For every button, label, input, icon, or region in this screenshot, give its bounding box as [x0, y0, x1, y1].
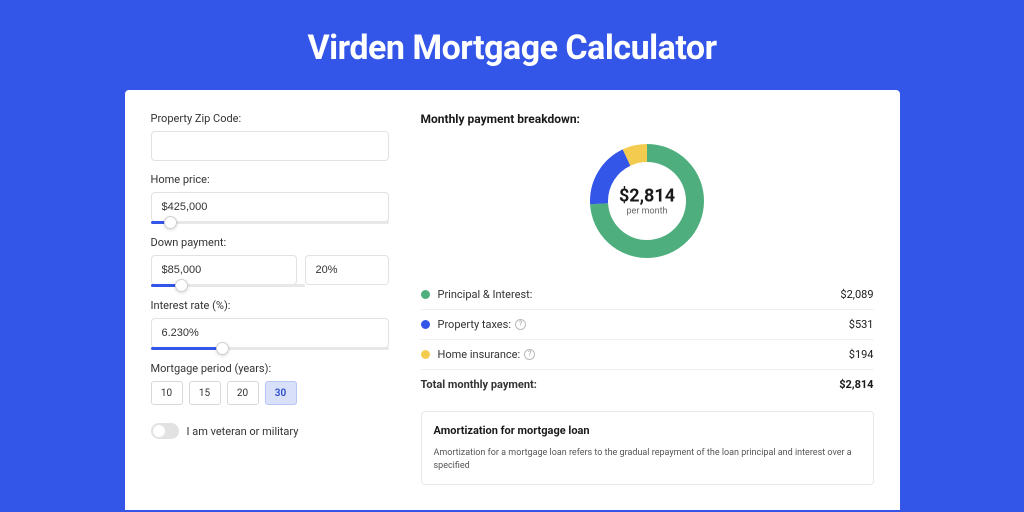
legend-value: $194 — [849, 348, 874, 361]
home-price-label: Home price: — [151, 173, 389, 186]
veteran-row: I am veteran or military — [151, 423, 389, 439]
legend-label: Property taxes:? — [438, 318, 849, 331]
toggle-knob — [153, 425, 165, 437]
down-payment-slider[interactable] — [151, 284, 306, 287]
home-price-slider[interactable] — [151, 221, 389, 224]
zip-label: Property Zip Code: — [151, 112, 389, 125]
amortization-box: Amortization for mortgage loan Amortizat… — [421, 411, 874, 485]
interest-label: Interest rate (%): — [151, 299, 389, 312]
donut-center: $2,814 per month — [619, 186, 675, 217]
donut-chart: $2,814 per month — [421, 140, 874, 262]
help-icon[interactable]: ? — [515, 319, 526, 330]
veteran-toggle[interactable] — [151, 423, 179, 439]
period-button-15[interactable]: 15 — [189, 381, 221, 405]
help-icon[interactable]: ? — [524, 349, 535, 360]
home-price-field: Home price: — [151, 173, 389, 224]
zip-input[interactable] — [151, 131, 389, 161]
period-button-30[interactable]: 30 — [265, 381, 297, 405]
interest-slider[interactable] — [151, 347, 389, 350]
total-value: $2,814 — [839, 378, 873, 391]
amortization-heading: Amortization for mortgage loan — [434, 424, 861, 437]
zip-field: Property Zip Code: — [151, 112, 389, 161]
interest-input[interactable] — [151, 318, 389, 348]
legend-row: Property taxes:?$531 — [421, 310, 874, 340]
legend: Principal & Interest:$2,089Property taxe… — [421, 280, 874, 399]
legend-value: $531 — [849, 318, 874, 331]
veteran-label: I am veteran or military — [187, 425, 299, 438]
down-payment-input[interactable] — [151, 255, 297, 285]
breakdown-column: Monthly payment breakdown: $2,814 per mo… — [421, 112, 874, 510]
legend-dot — [421, 350, 430, 359]
donut-sub: per month — [619, 207, 675, 217]
legend-label: Home insurance:? — [438, 348, 849, 361]
amortization-text: Amortization for a mortgage loan refers … — [434, 447, 861, 472]
down-payment-field: Down payment: — [151, 236, 389, 287]
period-field: Mortgage period (years): 10152030 — [151, 362, 389, 405]
down-payment-pct-input[interactable] — [305, 255, 389, 285]
slider-thumb[interactable] — [175, 279, 188, 292]
form-column: Property Zip Code: Home price: Down paym… — [151, 112, 389, 510]
interest-field: Interest rate (%): — [151, 299, 389, 350]
period-label: Mortgage period (years): — [151, 362, 389, 375]
slider-thumb[interactable] — [164, 216, 177, 229]
breakdown-heading: Monthly payment breakdown: — [421, 112, 874, 126]
legend-row: Home insurance:?$194 — [421, 340, 874, 370]
legend-value: $2,089 — [840, 288, 873, 301]
legend-row: Principal & Interest:$2,089 — [421, 280, 874, 310]
legend-dot — [421, 290, 430, 299]
legend-dot — [421, 320, 430, 329]
slider-thumb[interactable] — [216, 342, 229, 355]
page-title: Virden Mortgage Calculator — [0, 0, 1024, 90]
calculator-panel: Property Zip Code: Home price: Down paym… — [125, 90, 900, 510]
period-button-20[interactable]: 20 — [227, 381, 259, 405]
home-price-input[interactable] — [151, 192, 389, 222]
legend-total-row: Total monthly payment:$2,814 — [421, 370, 874, 399]
period-button-10[interactable]: 10 — [151, 381, 183, 405]
total-label: Total monthly payment: — [421, 378, 840, 391]
down-payment-label: Down payment: — [151, 236, 389, 249]
legend-label: Principal & Interest: — [438, 288, 841, 301]
donut-value: $2,814 — [619, 186, 675, 207]
